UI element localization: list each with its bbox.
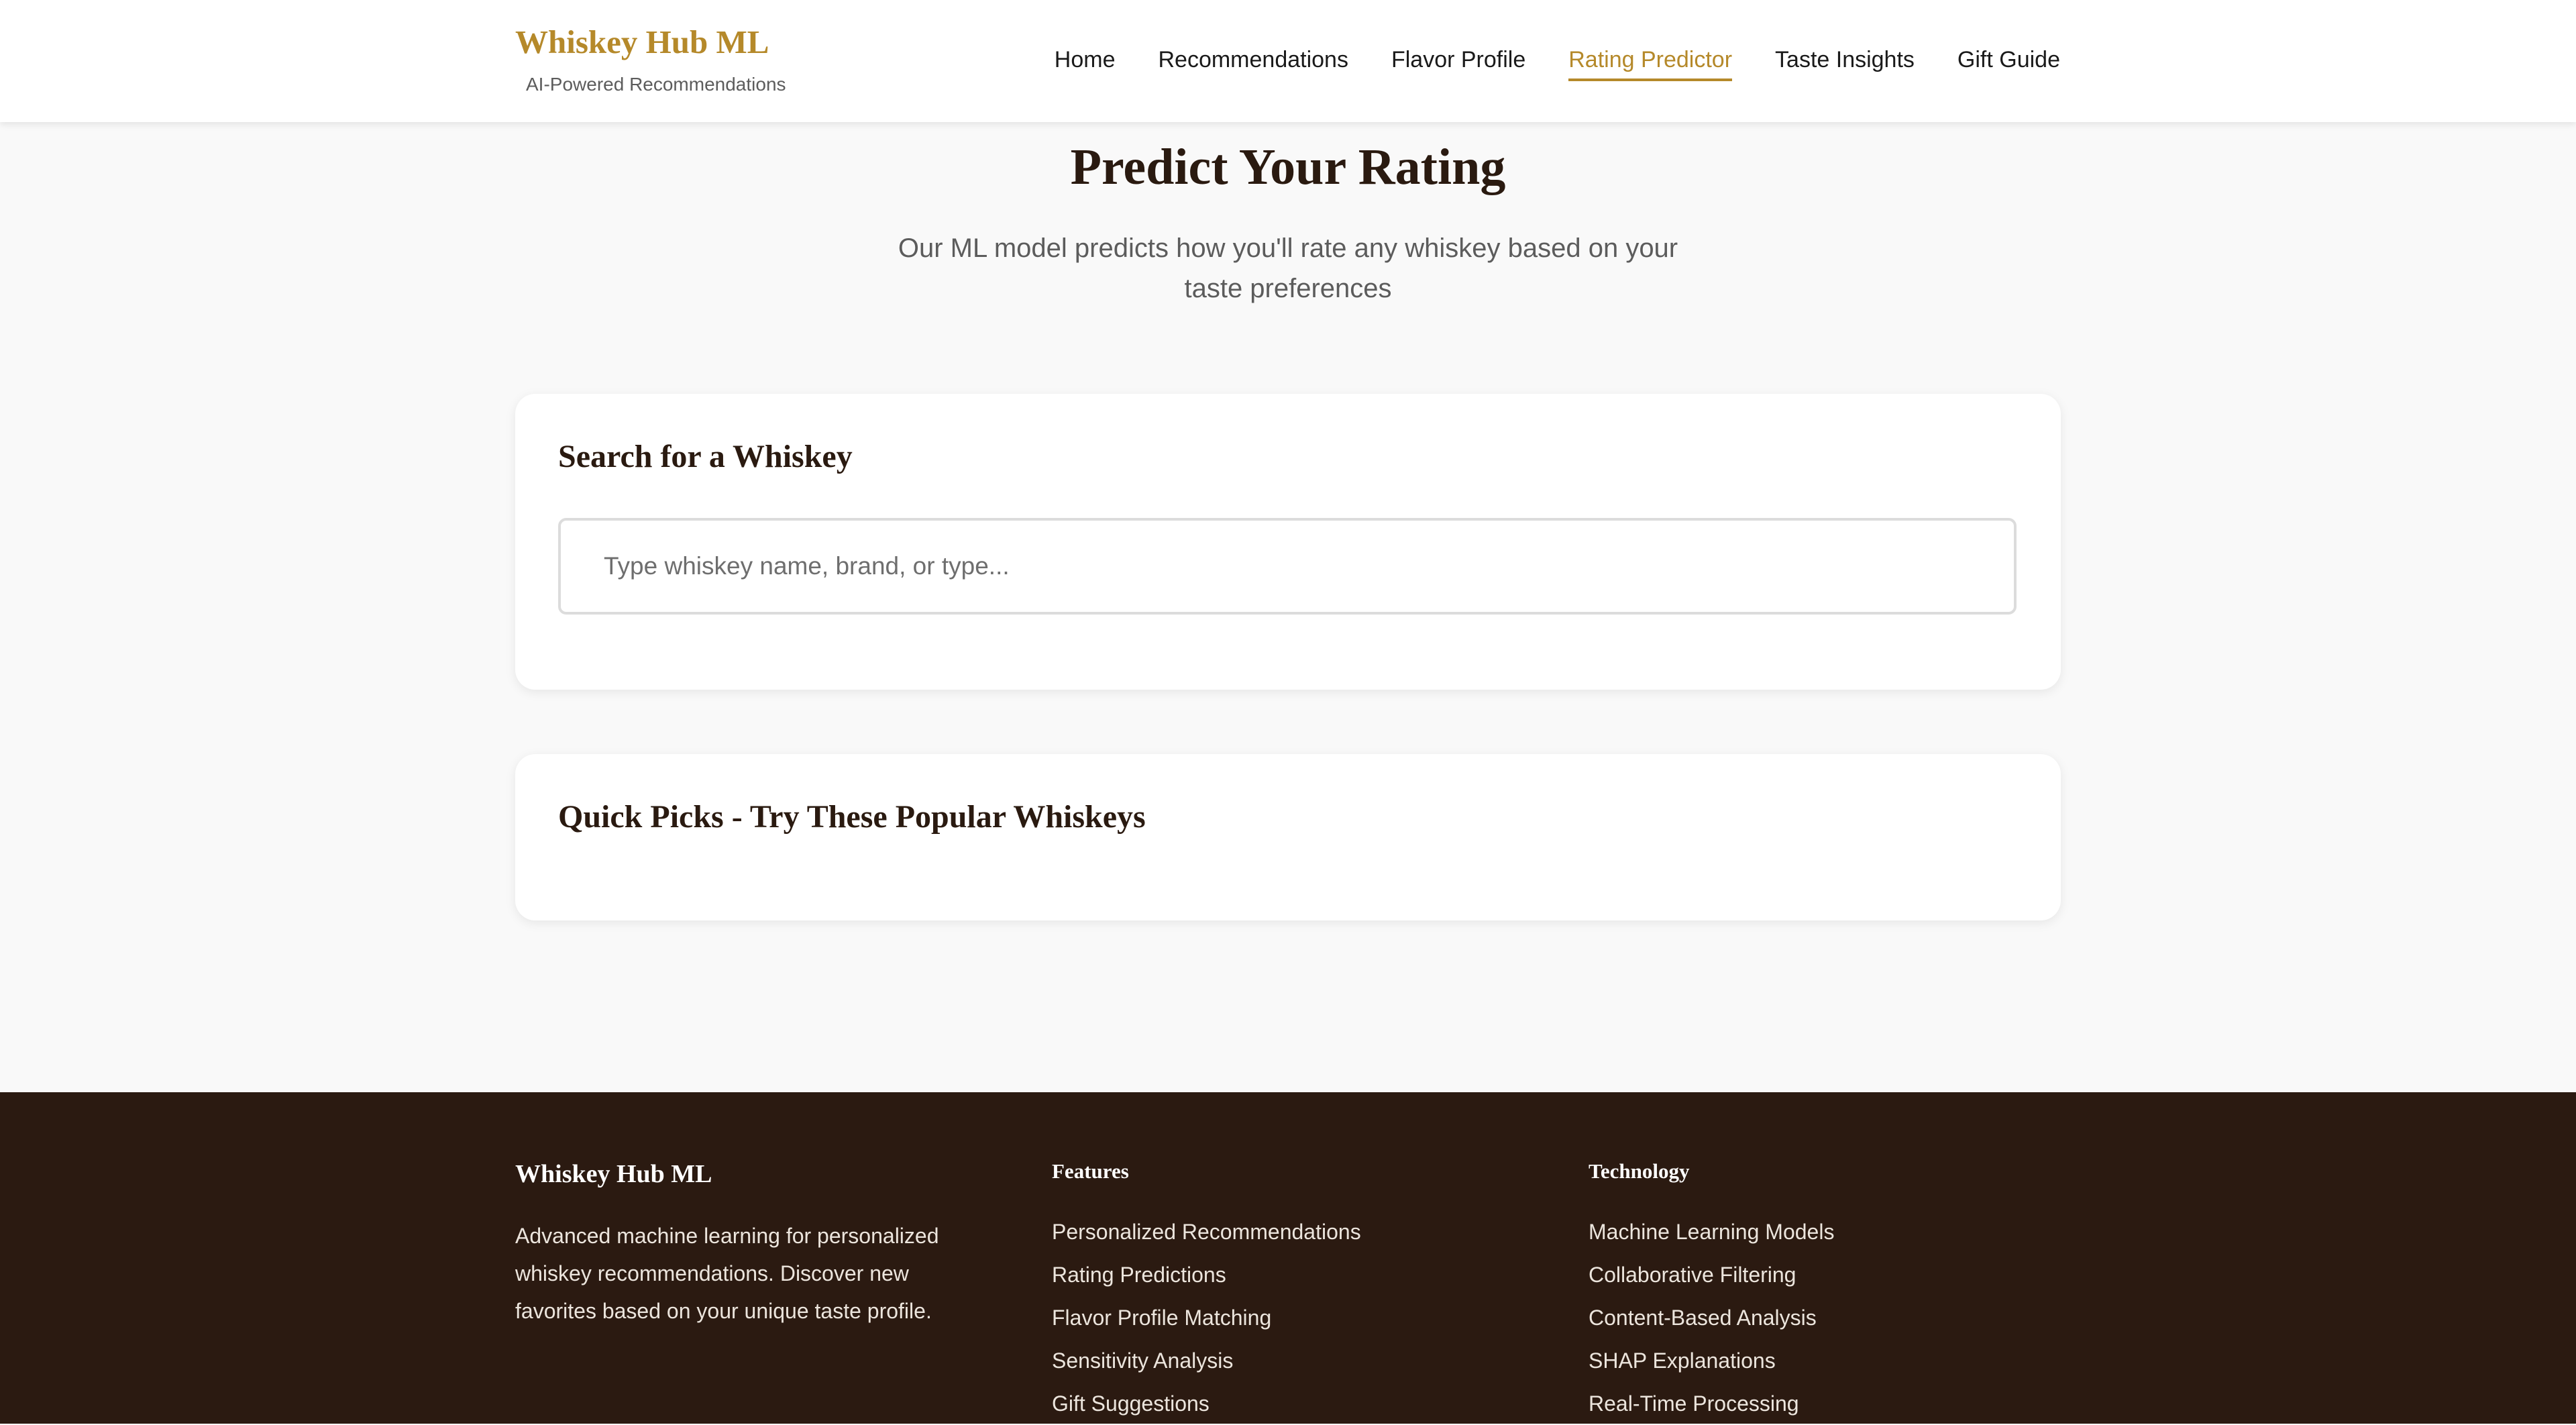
footer-link-sensitivity-analysis[interactable]: Sensitivity Analysis bbox=[1052, 1339, 1361, 1382]
page-title: Predict Your Rating bbox=[1070, 139, 1506, 195]
nav-item-flavor-profile[interactable]: Flavor Profile bbox=[1391, 47, 1525, 81]
brand-logo-text[interactable]: Whiskey Hub ML bbox=[515, 23, 769, 61]
footer-link-collaborative-filtering[interactable]: Collaborative Filtering bbox=[1589, 1253, 1834, 1296]
footer-about-text: Advanced machine learning for personaliz… bbox=[515, 1224, 939, 1323]
page-subtitle: Our ML model predicts how you'll rate an… bbox=[898, 233, 1678, 303]
footer-link-rating-predictions[interactable]: Rating Predictions bbox=[1052, 1253, 1361, 1296]
footer-link-machine-learning-models[interactable]: Machine Learning Models bbox=[1589, 1210, 1834, 1253]
footer-technology-list: Machine Learning Models Collaborative Fi… bbox=[1589, 1210, 1834, 1425]
footer-link-personalized-recommendations[interactable]: Personalized Recommendations bbox=[1052, 1210, 1361, 1253]
site-footer: Whiskey Hub ML Advanced machine learning… bbox=[0, 1092, 2576, 1424]
footer-technology-heading: Technology bbox=[1589, 1159, 1690, 1183]
nav-item-rating-predictor[interactable]: Rating Predictor bbox=[1568, 47, 1733, 81]
nav-item-gift-guide[interactable]: Gift Guide bbox=[1957, 47, 2060, 81]
search-card-title: Search for a Whiskey bbox=[558, 439, 853, 474]
nav-item-home[interactable]: Home bbox=[1055, 47, 1116, 81]
site-header: Whiskey Hub ML AI-Powered Recommendation… bbox=[0, 0, 2576, 122]
quick-picks-card: Quick Picks - Try These Popular Whiskeys bbox=[515, 754, 2061, 920]
quick-picks-title: Quick Picks - Try These Popular Whiskeys bbox=[558, 799, 1146, 835]
footer-link-gift-suggestions[interactable]: Gift Suggestions bbox=[1052, 1382, 1361, 1425]
footer-link-real-time-processing[interactable]: Real-Time Processing bbox=[1589, 1382, 1834, 1425]
footer-features-heading: Features bbox=[1052, 1159, 1129, 1183]
footer-link-shap-explanations[interactable]: SHAP Explanations bbox=[1589, 1339, 1834, 1382]
nav-item-recommendations[interactable]: Recommendations bbox=[1158, 47, 1348, 81]
footer-link-flavor-profile-matching[interactable]: Flavor Profile Matching bbox=[1052, 1296, 1361, 1339]
whiskey-search-input[interactable] bbox=[558, 518, 2017, 615]
brand-tagline: AI-Powered Recommendations bbox=[526, 74, 786, 95]
footer-features-list: Personalized Recommendations Rating Pred… bbox=[1052, 1210, 1361, 1425]
footer-brand: Whiskey Hub ML bbox=[515, 1160, 712, 1188]
main-nav: Home Recommendations Flavor Profile Rati… bbox=[1055, 47, 2060, 81]
search-card: Search for a Whiskey bbox=[515, 394, 2061, 690]
footer-link-content-based-analysis[interactable]: Content-Based Analysis bbox=[1589, 1296, 1834, 1339]
nav-item-taste-insights[interactable]: Taste Insights bbox=[1775, 47, 1915, 81]
